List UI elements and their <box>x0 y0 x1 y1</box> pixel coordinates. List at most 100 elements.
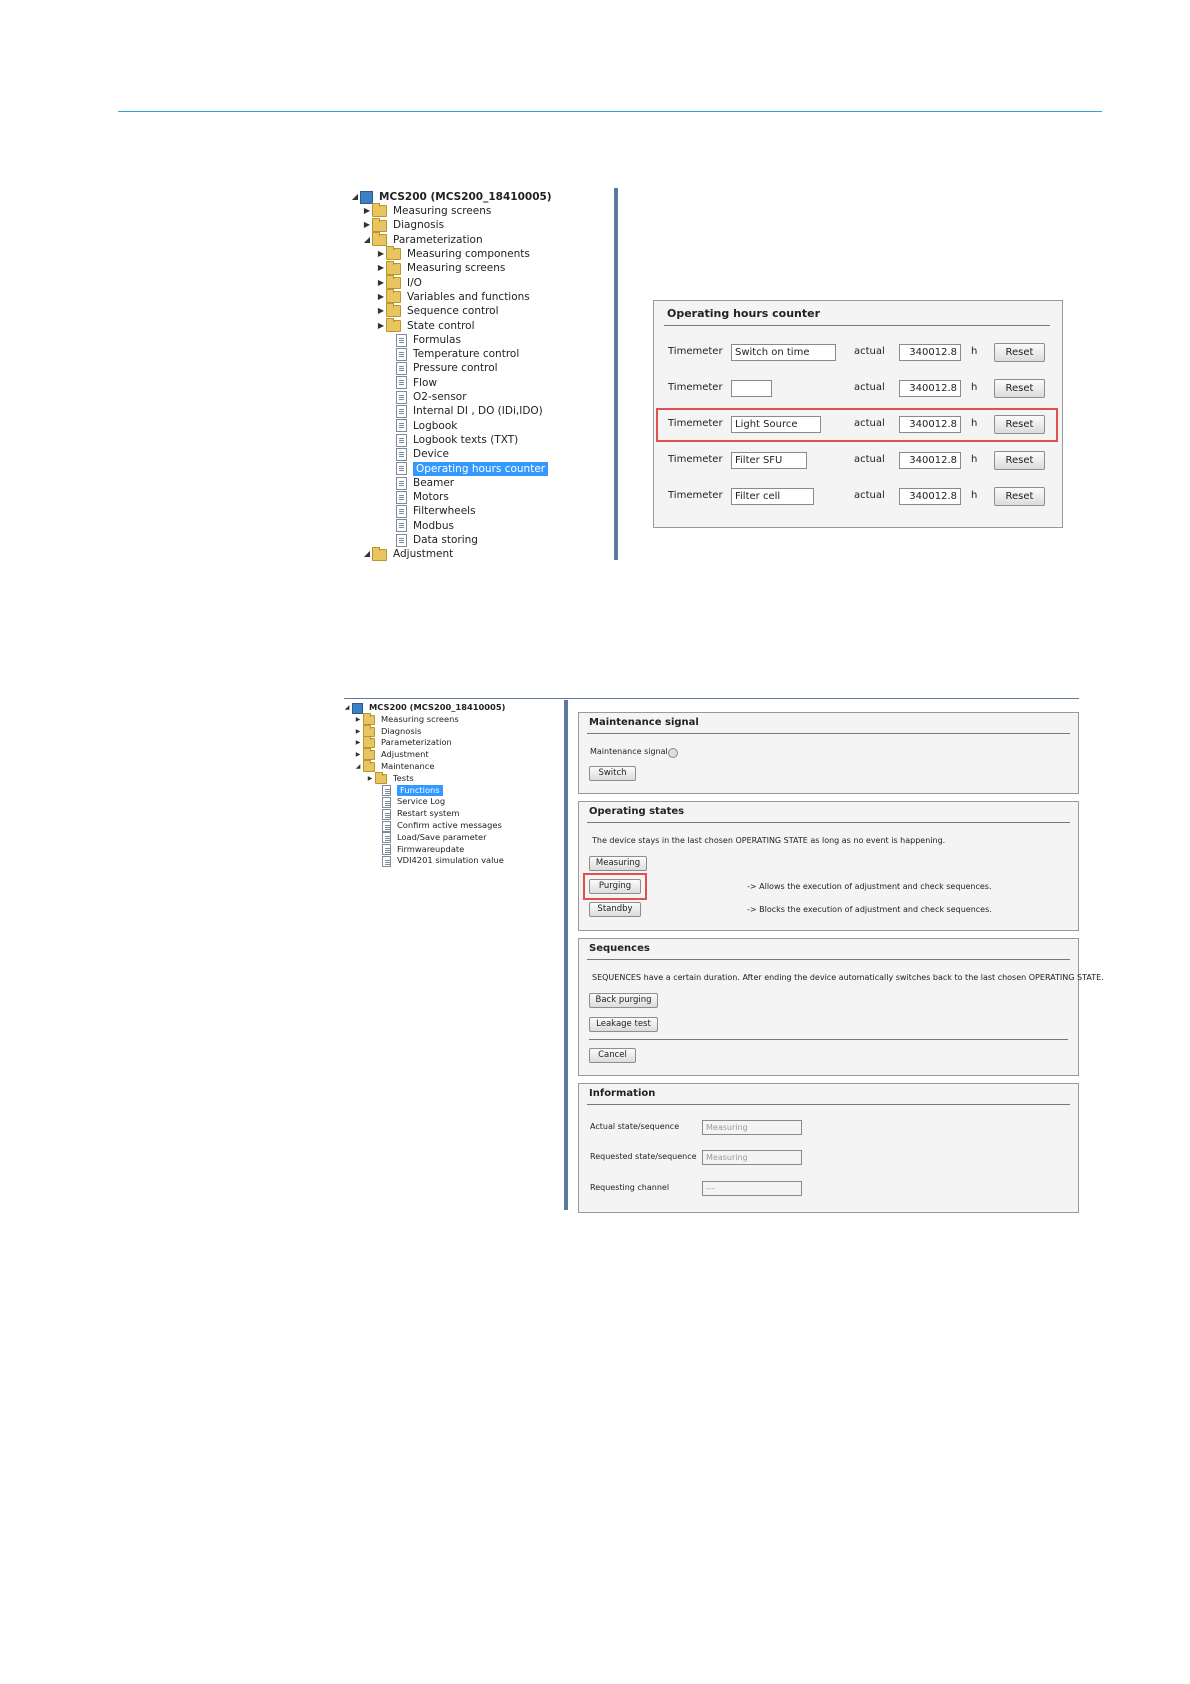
tree-item-label: Measuring screens <box>393 205 492 218</box>
standby-button[interactable]: Standby <box>589 902 641 917</box>
page-icon <box>396 476 407 490</box>
tree-item-label: Firmwareupdate <box>397 843 465 854</box>
tree-item-restart-system[interactable]: Restart system <box>382 808 459 820</box>
tree-item-label: Maintenance <box>381 761 435 772</box>
switch-button[interactable]: Switch <box>589 766 636 781</box>
tree-item-confirm-messages[interactable]: Confirm active messages <box>382 820 502 832</box>
folder-icon <box>363 724 375 737</box>
tree-item-temperature-control[interactable]: Temperature control <box>396 347 519 361</box>
folder-icon <box>386 317 401 332</box>
reset-button[interactable]: Reset <box>994 343 1045 362</box>
tree-item-modbus[interactable]: Modbus <box>396 519 454 533</box>
timemeter-name-field[interactable]: Filter SFU <box>731 452 807 469</box>
folder-icon <box>372 231 387 246</box>
tree-item-label-selected: Operating hours counter <box>413 461 549 476</box>
folder-icon <box>372 203 387 218</box>
reset-button[interactable]: Reset <box>994 379 1045 398</box>
tree-root[interactable]: ◢ MCS200 (MCS200_18410005) <box>350 190 552 204</box>
tree-item-label: Data storing <box>413 534 478 547</box>
tree-item-adjustment[interactable]: ◢ Adjustment <box>362 546 453 562</box>
tree-item-flow[interactable]: Flow <box>396 376 437 390</box>
requesting-channel-field: --- <box>702 1181 802 1196</box>
reset-button[interactable]: Reset <box>994 451 1045 470</box>
tree-item-measuring-screens[interactable]: ▶ Measuring screens <box>362 203 492 218</box>
folder-icon <box>386 274 401 289</box>
splitter[interactable] <box>564 700 568 1210</box>
tree-item-data-storing[interactable]: Data storing <box>396 533 478 547</box>
tree-item-firmwareupdate[interactable]: Firmwareupdate <box>382 844 464 856</box>
maintenance-signal-label: Maintenance signal <box>590 747 668 756</box>
tree-item-logbook-texts[interactable]: Logbook texts (TXT) <box>396 433 518 447</box>
operating-hours-panel: Operating hours counter Timemeter Switch… <box>653 300 1063 528</box>
folder-icon <box>372 217 387 232</box>
page-icon <box>396 462 407 476</box>
sequences-description: SEQUENCES have a certain duration. After… <box>592 973 1104 982</box>
tree-item-tests[interactable]: ▶ Tests <box>365 771 414 785</box>
tree-item-state-control[interactable]: ▶ State control <box>376 317 475 333</box>
tree-item-label: Pressure control <box>413 362 498 375</box>
second-screen-top-rule <box>344 698 1079 699</box>
tree-item-sequence-control[interactable]: ▶ Sequence control <box>376 303 499 318</box>
divider <box>587 822 1070 823</box>
tree-item-label: Parameterization <box>381 737 452 748</box>
tree-item-functions[interactable]: Functions <box>382 784 443 797</box>
device-icon <box>360 190 373 204</box>
tree-item-diagnosis[interactable]: ▶ Diagnosis <box>362 217 445 233</box>
tree-item-beamer[interactable]: Beamer <box>396 476 454 490</box>
panel-title: Sequences <box>589 943 650 954</box>
tree-item-measuring-components[interactable]: ▶ Measuring components <box>376 246 530 261</box>
operating-states-panel: Operating states The device stays in the… <box>578 801 1079 931</box>
page-icon <box>396 533 407 547</box>
tree-item-motors[interactable]: Motors <box>396 490 449 504</box>
tree-item-label: Confirm active messages <box>397 820 502 831</box>
actual-state-label: Actual state/sequence <box>590 1122 680 1131</box>
standby-note: -> Blocks the execution of adjustment an… <box>747 905 992 914</box>
tree-item-pressure-control[interactable]: Pressure control <box>396 362 498 376</box>
folder-icon <box>363 760 375 772</box>
tree-item-filterwheels[interactable]: Filterwheels <box>396 505 476 519</box>
tree-item-label: State control <box>407 319 475 332</box>
tree-item-label: Logbook texts (TXT) <box>413 433 519 446</box>
page-icon <box>396 376 407 390</box>
highlight-box <box>583 873 647 900</box>
states-description: The device stays in the last chosen OPER… <box>592 836 946 845</box>
tree-item-io[interactable]: ▶ I/O <box>376 274 422 290</box>
cancel-button[interactable]: Cancel <box>589 1048 636 1063</box>
tree-item-measuring-screens-sub[interactable]: ▶ Measuring screens <box>376 260 505 276</box>
measuring-button[interactable]: Measuring <box>589 856 647 871</box>
tree-item-label: Motors <box>413 491 449 504</box>
tree-item-maintenance[interactable]: ◢ Maintenance <box>353 760 435 773</box>
unit-label: h <box>971 454 978 465</box>
tree-item-variables[interactable]: ▶ Variables and functions <box>376 289 530 304</box>
tree-item-formulas[interactable]: Formulas <box>396 333 461 347</box>
maintenance-signal-panel: Maintenance signal Maintenance signal Sw… <box>578 712 1079 794</box>
tree-item-logbook[interactable]: Logbook <box>396 419 457 433</box>
splitter[interactable] <box>614 188 618 560</box>
tree-item-label: Service Log <box>397 796 446 807</box>
page-icon <box>396 433 407 447</box>
tree-item-label: Diagnosis <box>393 219 445 232</box>
tree-item-vdi4201[interactable]: VDI4201 simulation value <box>382 855 504 867</box>
tree-item-device[interactable]: Device <box>396 447 449 461</box>
sequences-panel: Sequences SEQUENCES have a certain durat… <box>578 938 1104 1076</box>
timemeter-name-field[interactable]: Filter cell <box>731 488 814 505</box>
tree-item-label: Adjustment <box>381 749 429 760</box>
back-purging-button[interactable]: Back purging <box>589 993 658 1008</box>
page-icon <box>382 844 391 856</box>
tree-item-service-log[interactable]: Service Log <box>382 796 445 808</box>
tree-item-label: Modbus <box>413 519 454 532</box>
tree-item-internal-di-do[interactable]: Internal DI , DO (IDi,IDO) <box>396 405 543 419</box>
tree-item-parameterization[interactable]: ◢ Parameterization <box>362 231 483 247</box>
page-icon <box>396 419 407 433</box>
timemeter-name-field[interactable]: Switch on time <box>731 344 836 361</box>
reset-button[interactable]: Reset <box>994 487 1045 506</box>
leakage-test-button[interactable]: Leakage test <box>589 1017 658 1032</box>
folder-icon <box>386 260 401 275</box>
unit-label: h <box>971 346 978 357</box>
tree-item-o2-sensor[interactable]: O2-sensor <box>396 390 467 404</box>
timemeter-label: Timemeter <box>668 382 723 393</box>
tree-item-label: Filterwheels <box>413 505 476 518</box>
tree-item-operating-hours-counter[interactable]: Operating hours counter <box>396 461 549 476</box>
timemeter-name-field[interactable] <box>731 380 772 397</box>
tree-item-load-save-parameter[interactable]: Load/Save parameter <box>382 832 487 844</box>
